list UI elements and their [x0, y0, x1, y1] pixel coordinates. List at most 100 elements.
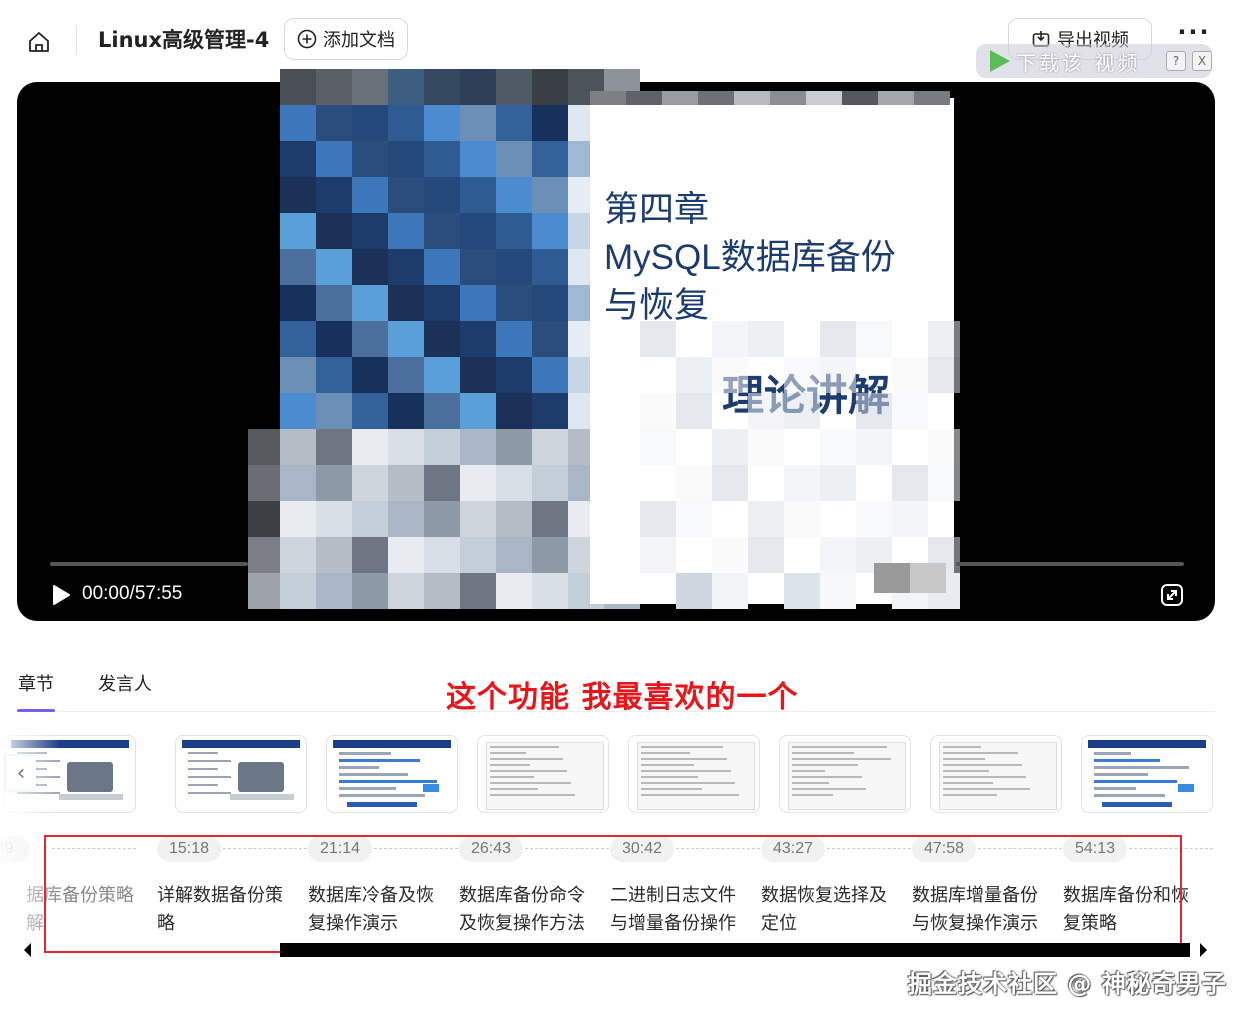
mosaic-cell [806, 91, 842, 105]
scroll-left-arrow[interactable] [24, 943, 31, 957]
mosaic-cell [784, 501, 820, 537]
mosaic-cell [698, 91, 734, 105]
add-document-button[interactable]: 添加文档 [284, 18, 408, 60]
download-video-banner[interactable]: 下载该 视频 ? X [976, 44, 1212, 78]
mosaic-cell [914, 91, 950, 105]
mosaic-cell [856, 501, 892, 537]
play-button[interactable] [50, 583, 72, 607]
chapter-item[interactable]: 21:14 数据库冷备及恢复操作演示 [308, 735, 458, 934]
chapter-thumbnail [779, 735, 911, 813]
mosaic-cell [878, 91, 914, 105]
mosaic-cell [856, 393, 892, 429]
mosaic-cell [640, 393, 676, 429]
horizontal-scrollbar-thumb[interactable] [280, 943, 1190, 957]
mosaic-cell [892, 501, 928, 537]
page-title: Linux高级管理-4 [98, 28, 270, 52]
mosaic-cell [892, 393, 928, 429]
mosaic-cell [910, 563, 946, 593]
play-icon [53, 585, 70, 605]
mosaic-cell [676, 393, 712, 429]
mosaic-cell [784, 465, 820, 501]
close-banner-button[interactable]: X [1192, 51, 1212, 71]
add-document-label: 添加文档 [323, 30, 395, 51]
mosaic-cell [676, 501, 712, 537]
playback-time: 00:00/57:55 [82, 583, 183, 604]
mosaic-cell [676, 465, 712, 501]
mosaic-cell [856, 321, 892, 357]
mosaic-cell [676, 573, 712, 609]
chapter-thumbnail [930, 735, 1062, 813]
fullscreen-button[interactable] [1160, 583, 1184, 607]
chapter-thumbnail [1081, 735, 1213, 813]
download-play-icon [990, 50, 1010, 72]
mosaic-cell [856, 429, 892, 465]
chapter-item[interactable]: 47:58 数据库增量备份与恢复操作演示 [912, 735, 1062, 934]
mosaic-cell [784, 393, 820, 429]
mosaic-cell [662, 91, 698, 105]
chapter-thumbnail [326, 735, 458, 813]
scroll-left-button[interactable]: ‹ [6, 756, 36, 790]
chapter-item[interactable]: 54:13 数据库备份和恢复策略 [1063, 735, 1213, 934]
mosaic-cell [928, 357, 960, 393]
mosaic-cell [676, 357, 712, 393]
mosaic-cell [784, 357, 820, 393]
chevron-left-icon: ‹ [16, 760, 26, 786]
mosaic-cell [640, 321, 676, 357]
watermark: 掘金技术社区 @ 神秘奇男子 [908, 970, 1227, 998]
mosaic-cell [892, 465, 928, 501]
tab-speakers[interactable]: 发言人 [98, 670, 152, 696]
mosaic-cell [770, 91, 806, 105]
mosaic-cell [748, 393, 784, 429]
mosaic-cell [842, 91, 878, 105]
progress-bar-tail[interactable] [956, 562, 1184, 566]
mosaic-cell [748, 537, 784, 573]
mosaic-cell [590, 91, 626, 105]
chapter-thumbnail [628, 735, 760, 813]
scroll-right-arrow[interactable] [1200, 943, 1207, 957]
mosaic-cell [748, 321, 784, 357]
mosaic-cell [640, 429, 676, 465]
mosaic-cell [712, 537, 748, 573]
home-button[interactable] [24, 27, 54, 57]
progress-bar[interactable] [50, 562, 248, 566]
mosaic-cell [820, 357, 856, 393]
header-divider [76, 26, 77, 54]
mosaic-cell [640, 537, 676, 573]
plus-circle-icon [297, 29, 317, 49]
mosaic-cell [640, 501, 676, 537]
chapter-item[interactable]: 26:43 数据库备份命令及恢复操作方法 [459, 735, 609, 934]
mosaic-cell [748, 501, 784, 537]
mosaic-cell [712, 465, 748, 501]
pixelated-overlay [590, 91, 960, 609]
mosaic-cell [784, 573, 820, 609]
mosaic-cell [928, 429, 960, 465]
mosaic-cell [892, 357, 928, 393]
chapter-item[interactable]: 15:18 详解数据备份策略 [157, 735, 307, 934]
chapter-item[interactable]: 43:27 数据恢复选择及定位 [761, 735, 911, 934]
home-icon [29, 32, 49, 52]
help-button[interactable]: ? [1166, 51, 1186, 71]
mosaic-cell [820, 465, 856, 501]
chapter-item[interactable]: 30:42 二进制日志文件与增量备份操作 [610, 735, 760, 934]
more-icon: ··· [1177, 18, 1211, 46]
mosaic-cell [820, 321, 856, 357]
chapter-thumbnail [477, 735, 609, 813]
mosaic-cell [712, 573, 748, 609]
tab-chapters[interactable]: 章节 [18, 670, 54, 696]
mosaic-cell [626, 91, 662, 105]
chapter-thumbnail [175, 735, 307, 813]
annotation-highlight-box [44, 835, 1182, 953]
mosaic-cell [712, 429, 748, 465]
mosaic-cell [874, 563, 910, 593]
mosaic-cell [928, 465, 960, 501]
mosaic-cell [820, 573, 856, 609]
mosaic-cell [748, 429, 784, 465]
fullscreen-icon [1161, 584, 1183, 606]
download-banner-text: 下载该 视频 [1016, 50, 1141, 75]
mosaic-cell [734, 91, 770, 105]
chapter-time: 6:49 [0, 836, 30, 862]
mosaic-cell [712, 357, 748, 393]
annotation-text: 这个功能 我最喜欢的一个 [446, 680, 799, 715]
mosaic-cell [820, 537, 856, 573]
mosaic-cell [712, 321, 748, 357]
